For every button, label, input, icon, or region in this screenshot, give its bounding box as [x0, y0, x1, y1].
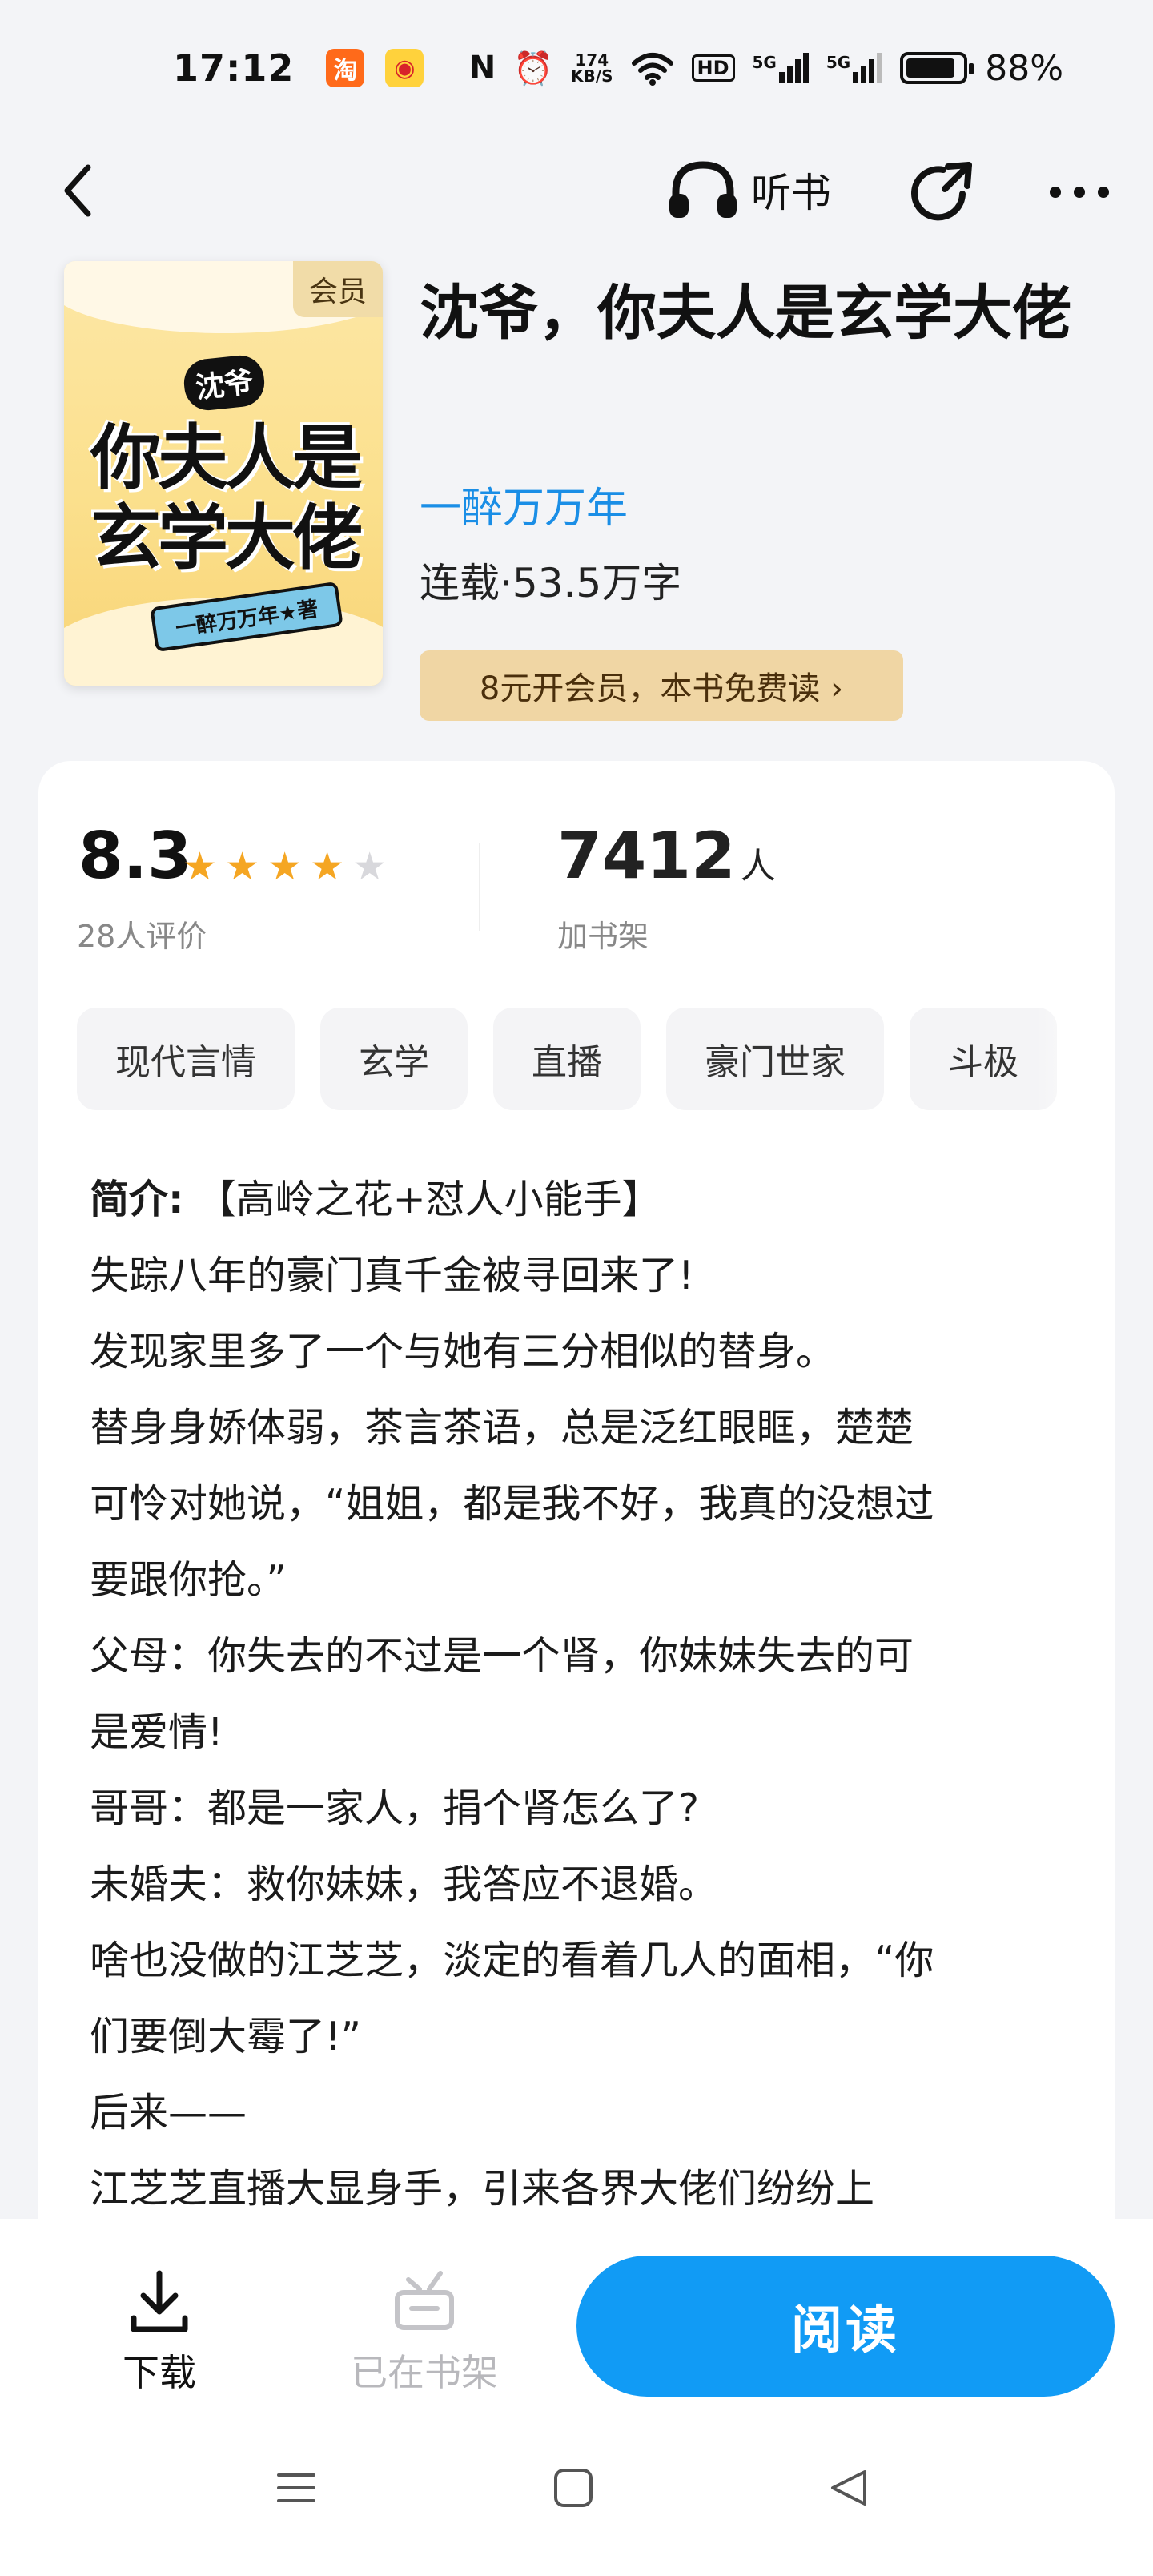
- status-icons: N ⏰ 174 KB/S HD 5G 5G 88%: [469, 48, 1063, 89]
- shelf-count-unit: 人: [740, 846, 776, 887]
- synopsis-line: 是爱情!: [90, 1694, 1083, 1770]
- tag-chip[interactable]: 直播: [493, 1008, 641, 1110]
- download-label: 下载: [123, 2351, 196, 2394]
- synopsis-line: 简介: 【高岭之花+怼人小能手】: [90, 1161, 1083, 1238]
- tag-chip[interactable]: 现代言情: [77, 1008, 295, 1110]
- book-author[interactable]: 一醉万万年: [420, 474, 628, 534]
- signal-2-icon: 5G: [826, 53, 883, 83]
- shelf-label: 加书架: [557, 919, 649, 954]
- synopsis: 简介: 【高岭之花+怼人小能手】失踪八年的豪门真千金被寻回来了! 发现家里多了一个与…: [90, 1161, 1083, 2227]
- star-empty-icon: ★: [352, 844, 388, 889]
- battery-icon: [900, 52, 974, 84]
- synopsis-text: 父母：你失去的不过是一个肾，你妹妹失去的可: [90, 1633, 914, 1679]
- rating-stars: ★ ★ ★ ★ ★: [183, 847, 387, 886]
- menu-icon: [277, 2473, 315, 2502]
- system-menu-button[interactable]: [264, 2456, 328, 2520]
- home-square-icon: [554, 2469, 593, 2507]
- system-back-button[interactable]: [817, 2456, 881, 2520]
- nfc-icon: N: [468, 50, 496, 87]
- synopsis-line: 啥也没做的江芝芝，淡定的看着几人的面相，“你: [90, 1922, 1083, 1998]
- listen-button[interactable]: 听书: [666, 154, 831, 226]
- tags-fade: [1034, 1001, 1115, 1121]
- synopsis-line: 江芝芝直播大显身手，引来各界大佬们纷纷上: [90, 2151, 1083, 2227]
- shelf-count-number: 7412: [557, 819, 736, 893]
- book-cover[interactable]: 会员 沈爷 你夫人是玄学大佬 一醉万万年★著: [64, 261, 383, 686]
- synopsis-line: 父母：你失去的不过是一个肾，你妹妹失去的可: [90, 1618, 1083, 1694]
- signal-1-icon: 5G: [753, 53, 809, 83]
- on-shelf-button[interactable]: 已在书架: [336, 2268, 512, 2413]
- back-triangle-icon: [831, 2470, 866, 2506]
- synopsis-line: 替身身娇体弱，茶言茶语，总是泛红眼眶，楚楚: [90, 1390, 1083, 1466]
- system-nav-bar: [0, 2411, 1153, 2563]
- listen-label: 听书: [751, 170, 831, 216]
- download-icon: [131, 2270, 188, 2332]
- synopsis-text: 未婚夫：救你妹妹，我答应不退婚。: [90, 1862, 718, 1907]
- back-button[interactable]: [45, 159, 109, 223]
- synopsis-line: 未婚夫：救你妹妹，我答应不退婚。: [90, 1846, 1083, 1922]
- book-meta: 连载·53.5万字: [420, 560, 682, 606]
- more-dots-icon: [1050, 187, 1109, 198]
- tag-chip[interactable]: 玄学: [320, 1008, 468, 1110]
- shelf-count: 7412 人: [557, 819, 776, 893]
- synopsis-text: 替身身娇体弱，茶言茶语，总是泛红眼眶，楚楚: [90, 1405, 914, 1451]
- synopsis-line: 们要倒大霉了!”: [90, 1998, 1083, 2075]
- synopsis-text: 【高岭之花+怼人小能手】: [196, 1177, 661, 1222]
- bookshelf-check-icon: [395, 2271, 454, 2330]
- star-filled-icon: ★: [310, 844, 345, 889]
- synopsis-line: 后来——: [90, 2075, 1083, 2151]
- nav-bar: 听书: [0, 136, 1153, 240]
- star-filled-icon: ★: [225, 844, 260, 889]
- synopsis-text: 后来——: [90, 2090, 247, 2135]
- synopsis-text: 失踪八年的豪门真千金被寻回来了!: [90, 1253, 694, 1298]
- battery-fill: [906, 58, 955, 78]
- share-icon: [911, 162, 972, 221]
- status-bar: 17:12 淘 ◉ N ⏰ 174 KB/S HD 5G 5G 88%: [0, 0, 1153, 136]
- tag-list: 现代言情 玄学 直播 豪门世家 斗极: [77, 1008, 1057, 1110]
- synopsis-label: 简介:: [90, 1177, 184, 1222]
- system-home-button[interactable]: [541, 2456, 605, 2520]
- chevron-left-icon: [64, 164, 91, 217]
- synopsis-text: 是爱情!: [90, 1709, 223, 1755]
- book-title: 沈爷，你夫人是玄学大佬: [420, 279, 1071, 348]
- synopsis-text: 可怜对她说，“姐姐，都是我不好，我真的没想过: [90, 1481, 934, 1527]
- bottom-action-bar: 下载 已在书架 阅读: [0, 2219, 1153, 2576]
- rating-count[interactable]: 28人评价: [77, 912, 207, 956]
- weibo-icon: ◉: [385, 49, 424, 87]
- cover-vip-badge: 会员: [293, 261, 383, 317]
- battery-percent: 88%: [985, 47, 1063, 89]
- synopsis-line: 要跟你抢。”: [90, 1542, 1083, 1618]
- cover-subtitle: 沈爷: [181, 352, 267, 413]
- on-shelf-label: 已在书架: [351, 2351, 498, 2394]
- synopsis-line: 失踪八年的豪门真千金被寻回来了!: [90, 1238, 1083, 1314]
- read-button[interactable]: 阅读: [576, 2256, 1115, 2397]
- download-button[interactable]: 下载: [94, 2268, 224, 2413]
- synopsis-text: 啥也没做的江芝芝，淡定的看着几人的面相，“你: [90, 1938, 934, 1983]
- share-button[interactable]: [903, 154, 980, 231]
- synopsis-text: 要跟你抢。”: [90, 1557, 287, 1603]
- wifi-icon: [631, 53, 673, 86]
- alarm-icon: ⏰: [513, 50, 554, 87]
- synopsis-text: 们要倒大霉了!”: [90, 2014, 362, 2059]
- headphones-icon: [669, 161, 737, 218]
- star-filled-icon: ★: [267, 844, 303, 889]
- synopsis-text: 发现家里多了一个与她有三分相似的替身。: [90, 1329, 836, 1375]
- cover-title: 你夫人是玄学大佬: [90, 417, 363, 579]
- taobao-icon: 淘: [326, 49, 365, 87]
- synopsis-text: 哥哥：都是一家人，捐个肾怎么了?: [90, 1785, 700, 1831]
- synopsis-line: 哥哥：都是一家人，捐个肾怎么了?: [90, 1770, 1083, 1846]
- net-speed: 174 KB/S: [571, 50, 613, 86]
- synopsis-line: 发现家里多了一个与她有三分相似的替身。: [90, 1314, 1083, 1390]
- synopsis-text: 江芝芝直播大显身手，引来各界大佬们纷纷上: [90, 2166, 875, 2212]
- book-info-card: 8.3 ★ ★ ★ ★ ★ 28人评价 7412 人 加书架 现代言情 玄学 直播 豪门世家 斗极…: [38, 761, 1115, 2363]
- divider: [479, 843, 480, 931]
- synopsis-line: 可怜对她说，“姐姐，都是我不好，我真的没想过: [90, 1466, 1083, 1542]
- vip-offer-button[interactable]: 8元开会员，本书免费读 ›: [420, 650, 903, 721]
- hd-icon: HD: [691, 54, 735, 82]
- status-time: 17:12: [173, 46, 295, 90]
- more-button[interactable]: [1041, 154, 1118, 231]
- rating-score: 8.3: [78, 819, 192, 893]
- tag-chip[interactable]: 豪门世家: [666, 1008, 884, 1110]
- star-filled-icon: ★: [183, 844, 218, 889]
